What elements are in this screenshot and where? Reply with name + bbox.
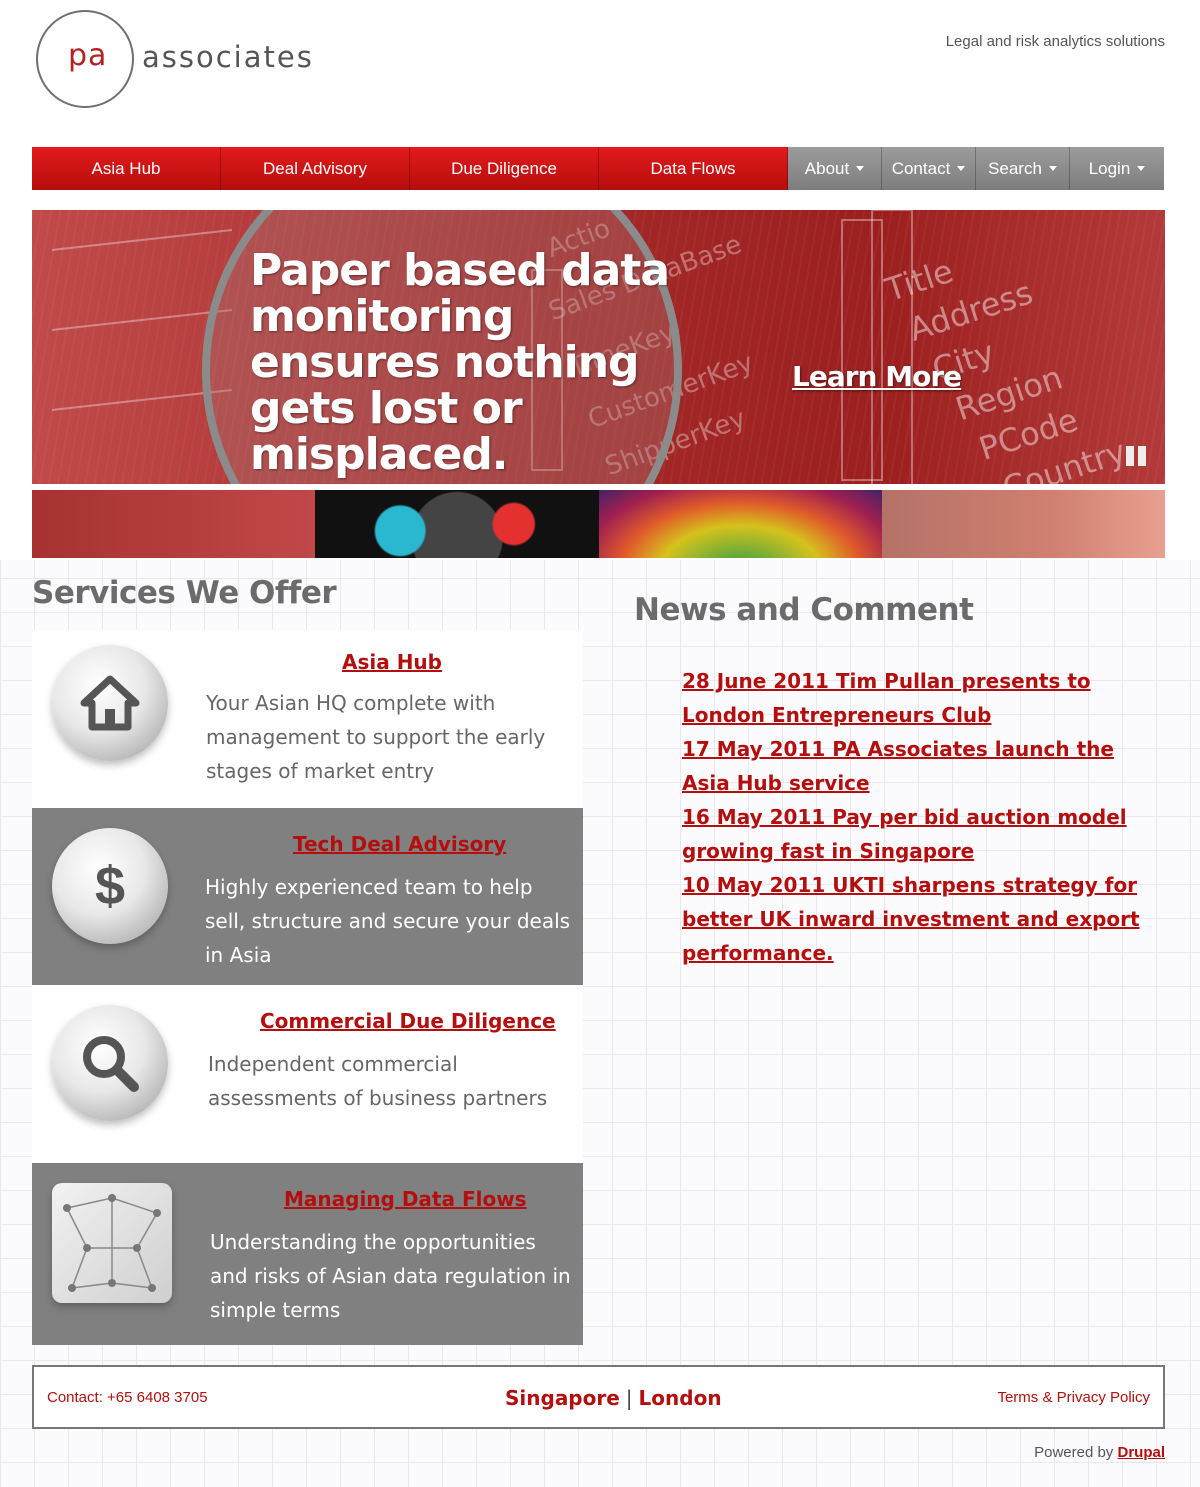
news-link[interactable]: 10 May 2011 UKTI sharpens strategy for b… xyxy=(682,868,1162,970)
footer-link-singapore[interactable]: Singapore xyxy=(505,1386,620,1410)
news-list: 28 June 2011 Tim Pullan presents to Lond… xyxy=(682,664,1162,970)
news-link[interactable]: 16 May 2011 Pay per bid auction model gr… xyxy=(682,800,1162,868)
service-link-commercial-due-diligence[interactable]: Commercial Due Diligence xyxy=(260,1009,556,1033)
caret-down-icon xyxy=(856,166,865,171)
powered-by: Powered by Drupal xyxy=(1034,1444,1165,1461)
slideshow-thumbnails xyxy=(32,490,1165,558)
house-icon xyxy=(52,645,168,761)
learn-more-link[interactable]: Learn More xyxy=(792,360,962,393)
network-icon xyxy=(52,1183,172,1303)
pause-icon[interactable] xyxy=(1126,446,1148,466)
logo-associates-text: associates xyxy=(142,40,314,74)
footer-contact-phone: Contact: +65 6408 3705 xyxy=(47,1389,208,1406)
services-title: Services We Offer xyxy=(32,575,337,611)
news-link[interactable]: 17 May 2011 PA Associates launch the Asi… xyxy=(682,732,1162,800)
powered-by-label: Powered by xyxy=(1034,1444,1114,1461)
service-card-asia-hub: Asia Hub Your Asian HQ complete with man… xyxy=(32,630,583,808)
footer-link-london[interactable]: London xyxy=(639,1386,722,1410)
service-card-commercial-due-diligence: Commercial Due Diligence Independent com… xyxy=(32,985,583,1163)
service-description: Understanding the opportunities and risk… xyxy=(210,1230,571,1322)
caret-down-icon xyxy=(1048,166,1057,171)
nav-label: Contact xyxy=(891,158,951,178)
nav-data-flows[interactable]: Data Flows xyxy=(599,147,788,190)
news-section: News and Comment 28 June 2011 Tim Pullan… xyxy=(634,592,1165,965)
footer-terms-link[interactable]: Terms & Privacy Policy xyxy=(997,1389,1150,1406)
nav-label: About xyxy=(804,158,850,178)
caret-down-icon xyxy=(957,166,966,171)
nav-login-dropdown[interactable]: Login xyxy=(1070,147,1164,190)
service-card-managing-data-flows: Managing Data Flows Understanding the op… xyxy=(32,1163,583,1345)
logo-pa-text: pa xyxy=(68,38,108,73)
nav-about-dropdown[interactable]: About xyxy=(788,147,882,190)
nav-label: Due Diligence xyxy=(451,158,557,178)
services-section: Services We Offer Asia Hub Your Asian HQ… xyxy=(32,575,583,1345)
service-description: Independent commercial assessments of bu… xyxy=(208,1052,548,1110)
news-title: News and Comment xyxy=(634,592,974,628)
slide-thumbnail-database[interactable] xyxy=(32,490,316,558)
nav-label: Login xyxy=(1088,158,1131,178)
service-link-asia-hub[interactable]: Asia Hub xyxy=(342,650,442,674)
footer-offices: Singapore | London xyxy=(505,1386,722,1410)
nav-due-diligence[interactable]: Due Diligence xyxy=(410,147,599,190)
nav-asia-hub[interactable]: Asia Hub xyxy=(32,147,221,190)
nav-label: Asia Hub xyxy=(91,158,161,178)
magnifier-icon xyxy=(52,1005,168,1121)
service-link-tech-deal-advisory[interactable]: Tech Deal Advisory xyxy=(293,832,506,856)
site-tagline: Legal and risk analytics solutions xyxy=(945,33,1165,50)
site-footer: Contact: +65 6408 3705 Singapore | London … xyxy=(32,1365,1165,1429)
service-description: Highly experienced team to help sell, st… xyxy=(205,875,571,967)
news-link[interactable]: 28 June 2011 Tim Pullan presents to Lond… xyxy=(682,664,1162,732)
dollar-icon: $ xyxy=(52,828,168,944)
nav-label: Search xyxy=(988,158,1042,178)
slide-thumbnail-gears[interactable] xyxy=(315,490,599,558)
nav-deal-advisory[interactable]: Deal Advisory xyxy=(221,147,410,190)
slide-thumbnail-spectrum[interactable] xyxy=(598,490,882,558)
nav-contact-dropdown[interactable]: Contact xyxy=(882,147,976,190)
service-link-managing-data-flows[interactable]: Managing Data Flows xyxy=(284,1187,527,1211)
nav-search-dropdown[interactable]: Search xyxy=(976,147,1070,190)
site-logo[interactable]: pa associates xyxy=(36,10,336,110)
nav-label: Deal Advisory xyxy=(263,158,367,178)
service-description: Your Asian HQ complete with management t… xyxy=(206,691,546,783)
slide-thumbnail-world-map[interactable] xyxy=(881,490,1165,558)
hero-slideshow: Title Address City Region PCode Country … xyxy=(32,210,1165,484)
service-card-tech-deal-advisory: $ Tech Deal Advisory Highly experienced … xyxy=(32,808,583,985)
caret-down-icon xyxy=(1137,166,1146,171)
hero-headline: Paper based data monitoring ensures noth… xyxy=(250,245,670,480)
nav-label: Data Flows xyxy=(650,158,736,178)
main-nav: Asia Hub Deal Advisory Due Diligence Dat… xyxy=(32,147,1165,190)
footer-separator: | xyxy=(625,1386,633,1410)
drupal-link[interactable]: Drupal xyxy=(1117,1444,1165,1461)
